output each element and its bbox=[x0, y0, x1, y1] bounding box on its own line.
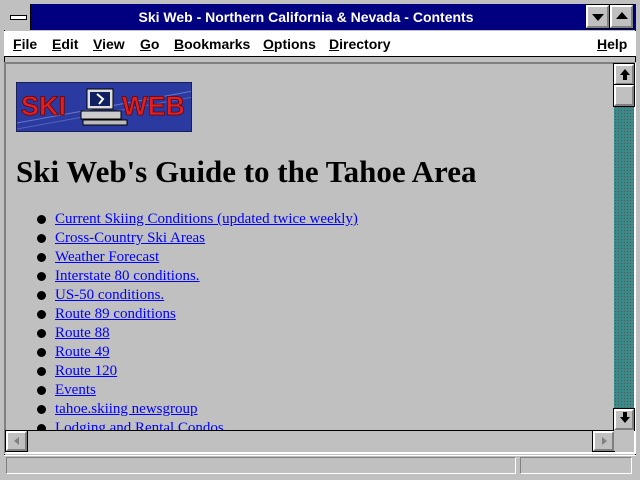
link-skiing-conditions[interactable]: Current Skiing Conditions (updated twice… bbox=[55, 211, 358, 227]
maximize-icon bbox=[616, 12, 628, 19]
maximize-button[interactable] bbox=[609, 4, 634, 29]
link-weather-forecast[interactable]: Weather Forecast bbox=[55, 249, 159, 265]
link-route-49[interactable]: Route 49 bbox=[55, 344, 110, 360]
link-interstate-80[interactable]: Interstate 80 conditions. bbox=[55, 268, 200, 284]
list-item: Interstate 80 conditions. bbox=[36, 267, 596, 286]
list-item: Route 89 conditions bbox=[36, 305, 596, 324]
link-cross-country[interactable]: Cross-Country Ski Areas bbox=[55, 230, 205, 246]
bullet-icon bbox=[37, 329, 46, 338]
bullet-icon bbox=[37, 405, 46, 414]
arrow-right-icon bbox=[602, 437, 607, 445]
menu-bookmarks[interactable]: Bookmarks bbox=[174, 36, 250, 52]
menu-help[interactable]: Help bbox=[597, 36, 627, 52]
list-item: Events bbox=[36, 381, 596, 400]
scrollbar-corner bbox=[614, 430, 634, 451]
bullet-icon bbox=[37, 234, 46, 243]
link-events[interactable]: Events bbox=[55, 382, 96, 398]
horizontal-scrollbar[interactable] bbox=[6, 430, 614, 451]
menu-options[interactable]: Options bbox=[263, 36, 316, 52]
bullet-icon bbox=[37, 348, 46, 357]
list-item: Route 49 bbox=[36, 343, 596, 362]
list-item: US-50 conditions. bbox=[36, 286, 596, 305]
page-heading: Ski Web's Guide to the Tahoe Area bbox=[16, 154, 477, 189]
menu-view[interactable]: View bbox=[93, 36, 125, 52]
scroll-up-button[interactable] bbox=[613, 63, 635, 86]
minimize-icon bbox=[592, 14, 604, 21]
vertical-scrollbar[interactable] bbox=[614, 64, 634, 430]
window-title: Ski Web - Northern California & Nevada -… bbox=[138, 9, 474, 25]
system-menu-button[interactable] bbox=[4, 4, 31, 30]
bullet-icon bbox=[37, 367, 46, 376]
menu-directory[interactable]: Directory bbox=[329, 36, 390, 52]
arrow-up-icon bbox=[620, 69, 630, 80]
status-text bbox=[6, 457, 516, 474]
link-route-120[interactable]: Route 120 bbox=[55, 363, 117, 379]
bullet-icon bbox=[37, 253, 46, 262]
link-route-89[interactable]: Route 89 conditions bbox=[55, 306, 176, 322]
list-item: Cross-Country Ski Areas bbox=[36, 229, 596, 248]
scroll-down-button[interactable] bbox=[613, 408, 635, 431]
scroll-right-button[interactable] bbox=[592, 430, 615, 452]
ski-web-logo[interactable]: SKI WEB bbox=[16, 82, 192, 132]
ski-web-logo-image: SKI WEB bbox=[17, 83, 191, 131]
link-us-50[interactable]: US-50 conditions. bbox=[55, 287, 164, 303]
list-item: Route 88 bbox=[36, 324, 596, 343]
svg-text:SKI: SKI bbox=[21, 91, 66, 121]
menu-edit[interactable]: Edit bbox=[52, 36, 78, 52]
list-item: Current Skiing Conditions (updated twice… bbox=[36, 210, 596, 229]
svg-text:WEB: WEB bbox=[122, 91, 185, 121]
list-item: tahoe.skiing newsgroup bbox=[36, 400, 596, 419]
link-list: Current Skiing Conditions (updated twice… bbox=[36, 210, 596, 430]
bullet-icon bbox=[37, 310, 46, 319]
scroll-left-button[interactable] bbox=[5, 430, 28, 452]
list-item: Weather Forecast bbox=[36, 248, 596, 267]
page-content: SKI WEB Ski Web's Guide to the Tahoe Are… bbox=[6, 64, 614, 430]
menu-file[interactable]: File bbox=[13, 36, 37, 52]
arrow-left-icon bbox=[14, 437, 19, 445]
bullet-icon bbox=[37, 215, 46, 224]
list-item: Route 120 bbox=[36, 362, 596, 381]
progress-indicator bbox=[520, 457, 632, 474]
link-route-88[interactable]: Route 88 bbox=[55, 325, 110, 341]
system-menu-icon bbox=[10, 15, 27, 20]
arrow-down-icon bbox=[620, 412, 630, 423]
menu-go[interactable]: Go bbox=[140, 36, 159, 52]
bullet-icon bbox=[37, 386, 46, 395]
link-newsgroup[interactable]: tahoe.skiing newsgroup bbox=[55, 401, 197, 417]
menu-bar: File Edit View Go Bookmarks Options Dire… bbox=[4, 31, 636, 57]
list-item: Lodging and Rental Condos bbox=[36, 419, 596, 430]
bullet-icon bbox=[37, 291, 46, 300]
link-lodging[interactable]: Lodging and Rental Condos bbox=[55, 420, 224, 430]
vertical-scroll-thumb[interactable] bbox=[613, 84, 635, 107]
minimize-button[interactable] bbox=[585, 4, 610, 29]
bullet-icon bbox=[37, 272, 46, 281]
